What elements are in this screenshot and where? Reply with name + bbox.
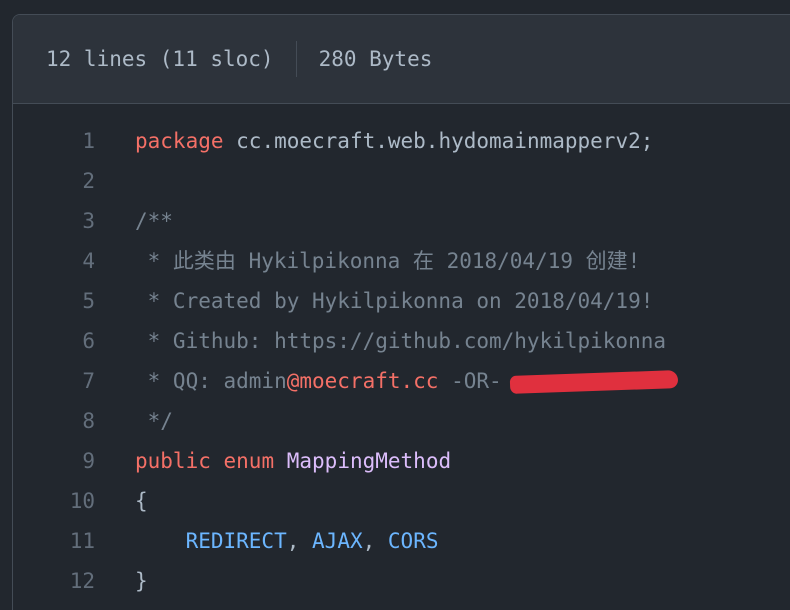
code-line: 2 (13, 161, 790, 201)
redaction-mark (509, 370, 678, 394)
code-line: 4 * 此类由 Hykilpikonna 在 2018/04/19 创建! (13, 241, 790, 281)
line-number[interactable]: 8 (13, 401, 95, 441)
code-token: -OR- (438, 369, 502, 393)
code-token: CORS (387, 529, 439, 553)
line-source: * 此类由 Hykilpikonna 在 2018/04/19 创建! (135, 241, 641, 281)
code-line: 12} (13, 561, 790, 601)
code-line: 8 */ (13, 401, 790, 441)
code-token: package (135, 129, 224, 153)
line-source: REDIRECT, AJAX, CORS (135, 521, 439, 561)
line-count: 12 lines (11 sloc) (46, 47, 274, 71)
line-source: } (135, 561, 148, 601)
code-token: } (135, 569, 148, 593)
line-number[interactable]: 2 (13, 161, 95, 201)
code-line: 3 /** (13, 201, 790, 241)
code-token: * Github: https://github.com/hykilpikonn… (135, 329, 667, 353)
code-token: * 此类由 Hykilpikonna 在 2018/04/19 创建! (135, 249, 641, 273)
code-token: * QQ: admin (135, 369, 287, 393)
code-token: AJAX (312, 529, 363, 553)
line-source: * Github: https://github.com/hykilpikonn… (135, 321, 666, 361)
code-token: @moecraft.cc (286, 369, 439, 393)
code-line: 1 package cc.moecraft.web.hydomainmapperv… (13, 121, 790, 161)
code-token: cc.moecraft.web.hydomainmapperv2; (223, 129, 654, 153)
line-number[interactable]: 12 (13, 561, 95, 601)
line-number[interactable]: 10 (13, 481, 95, 521)
code-token: { (135, 489, 148, 513)
code-line: 11 REDIRECT, AJAX, CORS (13, 521, 790, 561)
line-source: public enum MappingMethod (135, 441, 451, 481)
code-token: * Created by Hykilpikonna on 2018/04/19! (135, 289, 654, 313)
line-source: * Created by Hykilpikonna on 2018/04/19! (135, 281, 654, 321)
line-source: * QQ: admin@moecraft.cc -OR- (135, 361, 678, 401)
code-token: public (135, 449, 211, 473)
line-source: /** (135, 201, 173, 241)
file-info-bar: 12 lines (11 sloc) 280 Bytes (13, 15, 790, 104)
line-source: package cc.moecraft.web.hydomainmapperv2… (135, 121, 653, 161)
code-line: 5 * Created by Hykilpikonna on 2018/04/1… (13, 281, 790, 321)
code-token: , (286, 529, 313, 553)
line-number[interactable]: 3 (13, 201, 95, 241)
line-number[interactable]: 7 (13, 361, 95, 401)
code-line: 10 { (13, 481, 790, 521)
line-number[interactable]: 5 (13, 281, 95, 321)
code-line: 9 public enum MappingMethod (13, 441, 790, 481)
line-number[interactable]: 1 (13, 121, 95, 161)
line-number[interactable]: 9 (13, 441, 95, 481)
code-line: 7 * QQ: admin@moecraft.cc -OR- (13, 361, 790, 401)
code-viewer-page: 12 lines (11 sloc) 280 Bytes 1 package cc… (0, 0, 790, 610)
code-token: REDIRECT (185, 529, 287, 553)
file-box: 12 lines (11 sloc) 280 Bytes 1 package cc… (12, 14, 790, 610)
code-token: */ (135, 409, 173, 433)
code-token: MappingMethod (286, 449, 452, 473)
line-number[interactable]: 6 (13, 321, 95, 361)
info-divider (295, 41, 297, 77)
line-number[interactable]: 4 (13, 241, 95, 281)
line-source: */ (135, 401, 173, 441)
line-source: { (135, 481, 148, 521)
code-token: , (362, 529, 388, 553)
line-number[interactable]: 11 (13, 521, 95, 561)
code-token: enum (223, 449, 275, 473)
file-size: 280 Bytes (318, 47, 433, 71)
code-line: 6 * Github: https://github.com/hykilpiko… (13, 321, 790, 361)
code-token: /** (135, 209, 173, 233)
